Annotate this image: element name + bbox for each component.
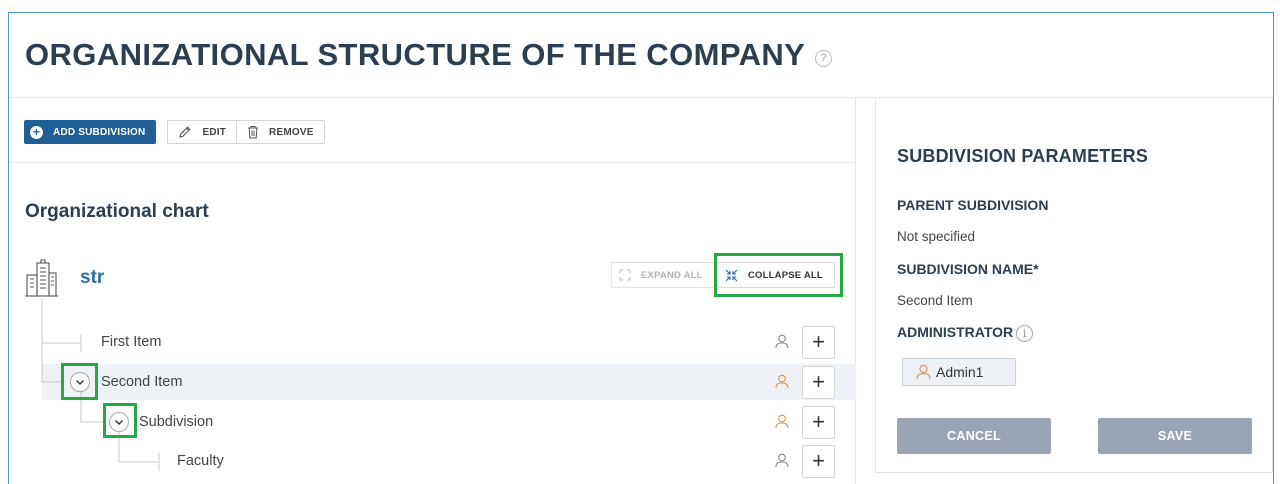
add-child-button[interactable]: + <box>802 326 835 359</box>
info-icon[interactable]: i <box>1016 324 1034 342</box>
tree-node-label[interactable]: Subdivision <box>139 414 213 430</box>
user-outline-icon <box>775 453 789 468</box>
administrator-label-text: ADMINISTRATOR <box>897 324 1014 340</box>
subdivision-name-field[interactable]: Second Item <box>897 293 973 308</box>
user-outline-icon <box>775 334 789 349</box>
add-child-button[interactable]: + <box>802 406 835 439</box>
org-chart-panel: + ADD SUBDIVISION EDIT REMOVE Organizati… <box>9 98 856 484</box>
page-title: ORGANIZATIONAL STRUCTURE OF THE COMPANY <box>25 37 806 72</box>
user-icon[interactable] <box>775 414 789 434</box>
help-icon[interactable]: ? <box>815 50 832 67</box>
add-child-button[interactable]: + <box>802 445 835 478</box>
user-icon[interactable] <box>775 453 789 473</box>
panel-title: SUBDIVISION PARAMETERS <box>897 146 1149 166</box>
tree-node-label-selected[interactable]: Second Item <box>101 374 182 390</box>
user-outline-icon <box>775 414 789 429</box>
main-frame: ORGANIZATIONAL STRUCTURE OF THE COMPANY … <box>8 12 1274 484</box>
user-outline-icon <box>916 364 931 379</box>
subdivision-parameters-panel: SUBDIVISION PARAMETERS PARENT SUBDIVISIO… <box>875 98 1273 473</box>
save-button[interactable]: SAVE <box>1098 418 1252 454</box>
administrator-chip[interactable]: Admin1 <box>902 358 1016 386</box>
parent-subdivision-label: PARENT SUBDIVISION <box>897 197 1049 213</box>
administrator-name: Admin1 <box>936 364 984 380</box>
toggle-highlight <box>61 363 98 400</box>
toggle-highlight <box>103 403 137 438</box>
parent-subdivision-value[interactable]: Not specified <box>897 229 975 244</box>
add-child-button[interactable]: + <box>802 366 835 399</box>
cancel-button[interactable]: CANCEL <box>897 418 1051 454</box>
subdivision-name-label: SUBDIVISION NAME* <box>897 261 1039 277</box>
user-icon[interactable] <box>775 334 789 354</box>
tree-node-label[interactable]: Faculty <box>177 453 224 469</box>
user-icon[interactable] <box>775 374 789 394</box>
administrator-label: ADMINISTRATOR i <box>897 324 1034 342</box>
user-outline-icon <box>775 374 789 389</box>
tree-node-label[interactable]: First Item <box>101 334 161 350</box>
